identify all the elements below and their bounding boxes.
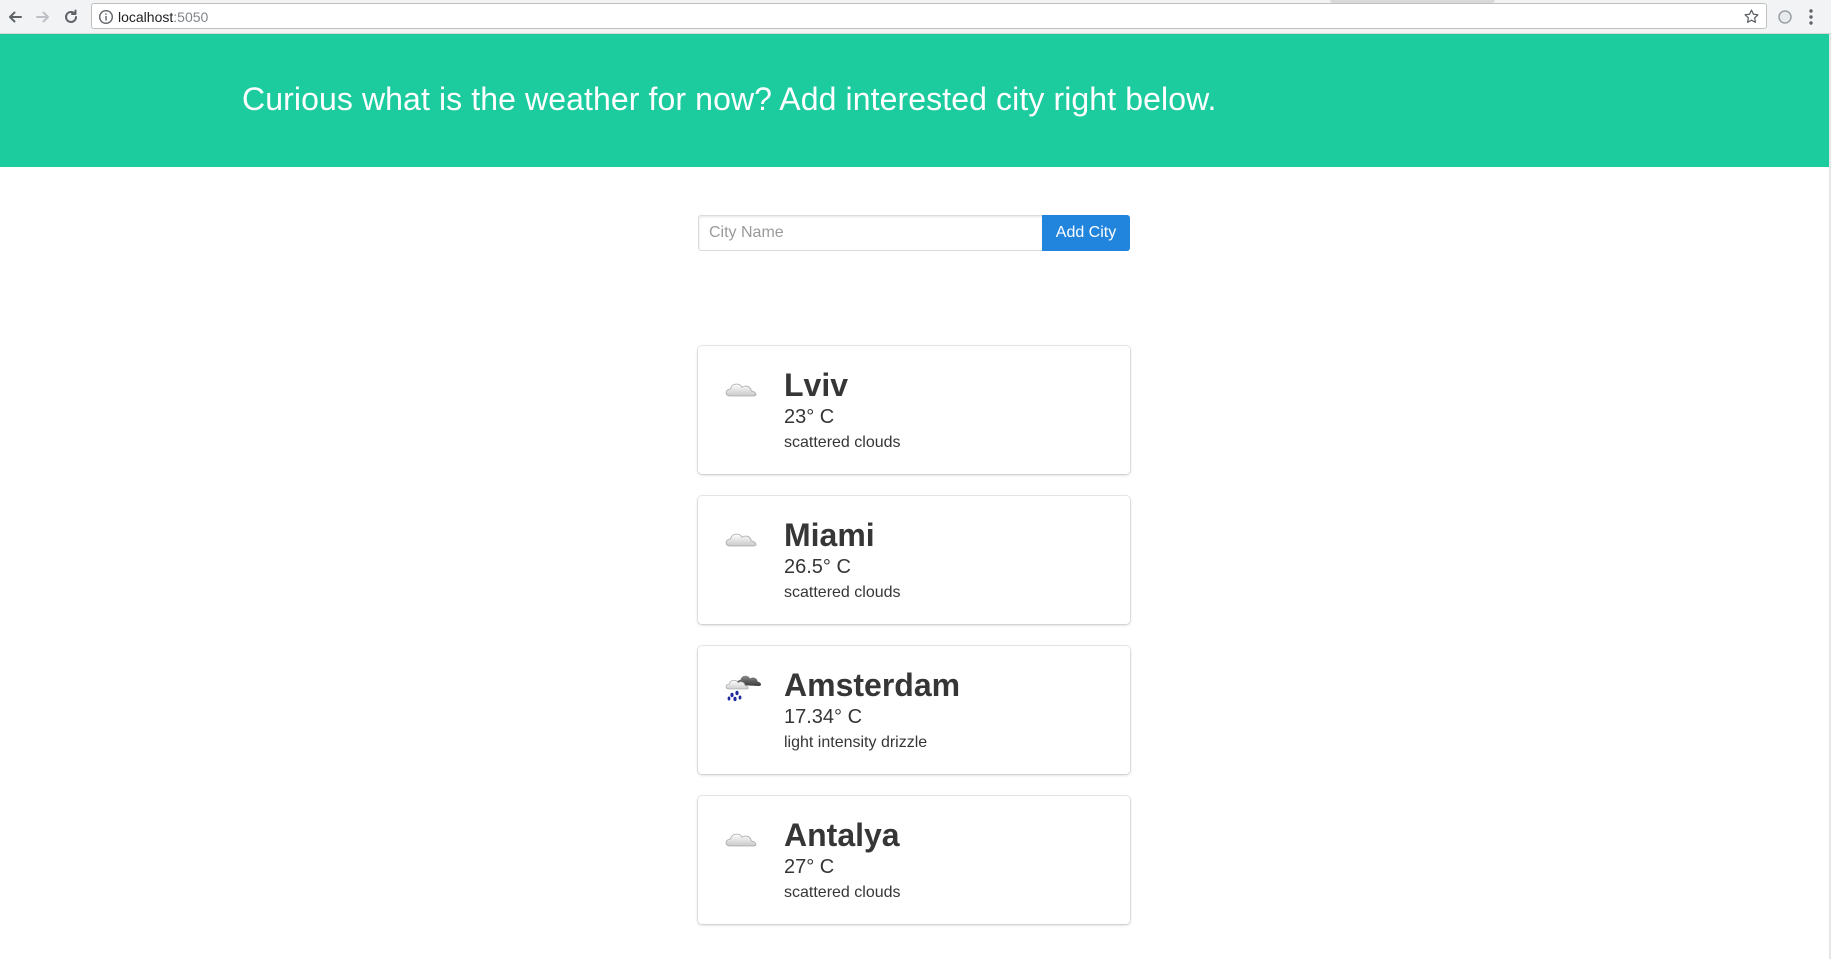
- address-bar[interactable]: localhost:5050: [91, 3, 1767, 29]
- cloud-icon: [725, 383, 757, 397]
- city-temperature: 23° C: [784, 406, 835, 428]
- city-temperature: 27° C: [784, 856, 835, 878]
- hero-title: Curious what is the weather for now? Add…: [242, 81, 1217, 117]
- forward-button[interactable]: [31, 5, 55, 29]
- weather-description: scattered clouds: [784, 434, 901, 451]
- extension-icon[interactable]: [1777, 9, 1793, 25]
- city-list: Lviv 23° C scattered clouds Miami 26.5° …: [698, 346, 1130, 946]
- city-card: Antalya 27° C scattered clouds: [698, 796, 1130, 924]
- reload-button[interactable]: [59, 5, 83, 29]
- city-name: Lviv: [784, 367, 849, 403]
- city-name-input[interactable]: [698, 215, 1043, 251]
- bookmark-star-icon[interactable]: [1743, 8, 1760, 25]
- add-city-form: Add City: [698, 215, 1130, 251]
- arrow-right-icon: [36, 11, 49, 23]
- weather-description: scattered clouds: [784, 884, 901, 901]
- url-host: localhost: [118, 9, 174, 25]
- city-card: Amsterdam 17.34° C light intensity drizz…: [698, 646, 1130, 774]
- cloud-icon: [725, 833, 757, 847]
- city-name: Miami: [784, 517, 875, 553]
- weather-description: light intensity drizzle: [784, 734, 928, 751]
- address-url[interactable]: localhost:5050: [118, 9, 208, 25]
- cloud-icon: [725, 533, 757, 547]
- add-city-button[interactable]: Add City: [1042, 215, 1130, 251]
- kebab-menu-icon[interactable]: [1801, 7, 1821, 27]
- arrow-left-icon: [9, 11, 22, 23]
- city-card: Lviv 23° C scattered clouds: [698, 346, 1130, 474]
- browser-toolbar: localhost:5050: [0, 0, 1831, 34]
- weather-description: scattered clouds: [784, 584, 901, 601]
- info-icon[interactable]: [98, 9, 114, 25]
- city-card: Miami 26.5° C scattered clouds: [698, 496, 1130, 624]
- city-temperature: 26.5° C: [784, 556, 851, 578]
- drizzle-icon: [725, 675, 761, 702]
- back-button[interactable]: [3, 5, 27, 29]
- city-name: Antalya: [784, 817, 900, 853]
- city-temperature: 17.34° C: [784, 706, 863, 728]
- url-port: :5050: [173, 9, 209, 25]
- city-name: Amsterdam: [784, 667, 961, 703]
- reload-icon: [65, 9, 77, 23]
- hero-banner: Curious what is the weather for now? Add…: [0, 34, 1831, 167]
